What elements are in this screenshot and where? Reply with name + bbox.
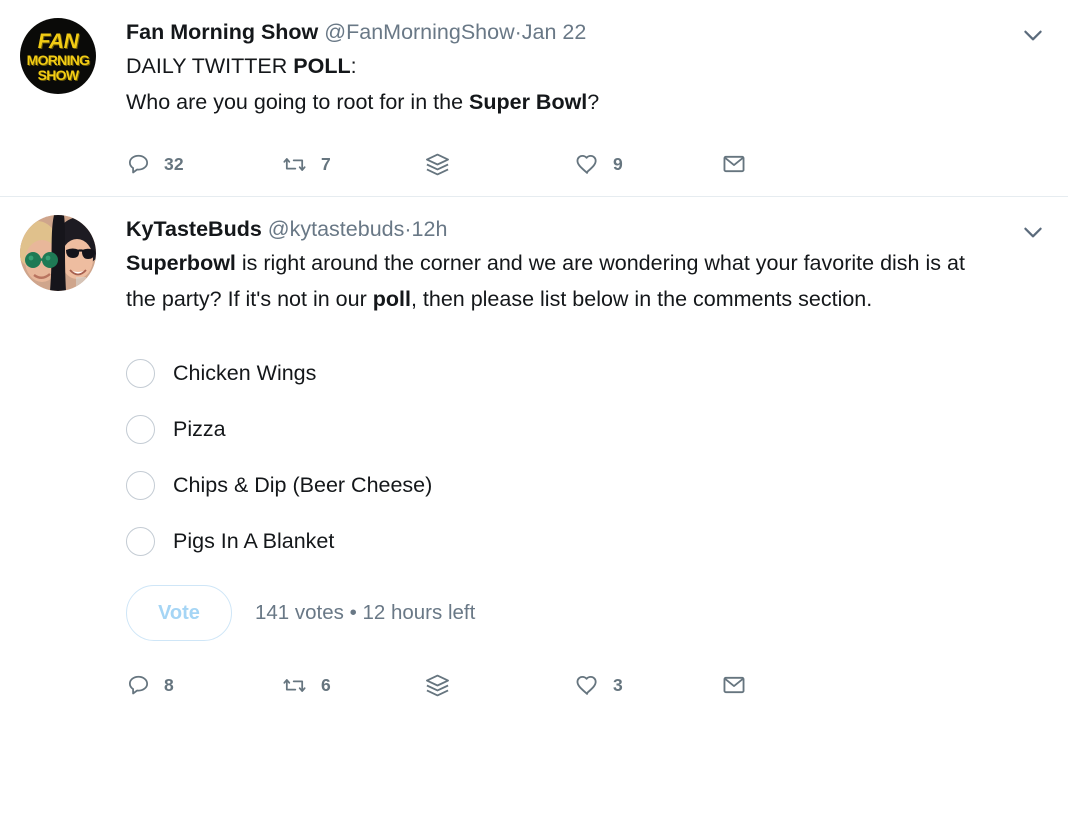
tweet-item[interactable]: FAN MORNING SHOW Fan Morning Show @FanMo…	[0, 0, 1068, 196]
reply-count: 32	[164, 153, 184, 174]
avatar-logo-line-3: SHOW	[37, 66, 79, 83]
text-segment-bold: Superbowl	[126, 251, 236, 275]
stack-icon	[426, 674, 449, 696]
tweet-actions: 8 6 3	[126, 653, 998, 717]
poll-option-label: Pigs In A Blanket	[173, 529, 335, 553]
tweet-text-line-1: DAILY TWITTER POLL:	[126, 48, 998, 84]
tweet-caret-button[interactable]	[1018, 217, 1048, 247]
poll-option[interactable]: Pigs In A Blanket	[126, 513, 998, 569]
avatar-logo-line-1: FAN	[37, 29, 79, 53]
retweet-count: 7	[321, 153, 331, 174]
poll-option-label: Pizza	[173, 417, 226, 441]
retweet-count: 6	[321, 674, 331, 695]
text-segment: DAILY TWITTER	[126, 54, 294, 78]
stack-icon	[426, 153, 449, 175]
tweet-body: KyTasteBuds @kytastebuds·12h Superbowl i…	[126, 215, 1048, 717]
tweet-feed: FAN MORNING SHOW Fan Morning Show @FanMo…	[0, 0, 1068, 725]
reply-icon	[128, 675, 149, 694]
radio-button-icon[interactable]	[126, 414, 155, 444]
poll-option[interactable]: Chips & Dip (Beer Cheese)	[126, 457, 998, 513]
retweet-icon	[283, 678, 306, 692]
text-segment-bold: poll	[372, 287, 411, 311]
avatar-photo	[20, 215, 96, 291]
like-count: 3	[613, 674, 623, 695]
poll-option-label: Chips & Dip (Beer Cheese)	[173, 473, 433, 497]
header-separator: ·	[514, 20, 522, 44]
reply-icon	[128, 154, 149, 173]
direct-message-button[interactable]	[721, 672, 781, 698]
reply-button[interactable]: 8	[126, 673, 281, 698]
envelope-icon	[723, 155, 745, 173]
display-name[interactable]: KyTasteBuds	[126, 217, 262, 241]
tweet-text: Superbowl is right around the corner and…	[126, 245, 998, 317]
poll-option[interactable]: Pizza	[126, 401, 998, 457]
poll-option-label: Chicken Wings	[173, 361, 317, 385]
tweet-text: DAILY TWITTER POLL: Who are you going to…	[126, 48, 998, 120]
poll-meta: 141 votes • 12 hours left	[255, 601, 476, 624]
text-segment: Who are you going to root for in the	[126, 90, 470, 114]
chevron-down-icon	[1024, 227, 1042, 238]
heart-icon	[576, 675, 597, 695]
display-name[interactable]: Fan Morning Show	[126, 20, 318, 44]
like-button[interactable]: 3	[574, 672, 721, 698]
direct-message-button[interactable]	[721, 151, 781, 177]
timestamp[interactable]: 12h	[412, 217, 448, 241]
reply-count: 8	[164, 674, 174, 695]
tweet-text-line-2: Who are you going to root for in the Sup…	[126, 84, 998, 120]
header-separator: ·	[404, 217, 412, 241]
retweet-button[interactable]: 6	[281, 673, 424, 698]
like-button[interactable]: 9	[574, 151, 721, 177]
heart-icon	[576, 154, 597, 174]
chevron-down-icon	[1024, 30, 1042, 41]
radio-button-icon[interactable]	[126, 358, 155, 388]
timestamp[interactable]: Jan 22	[522, 20, 587, 44]
feed-bottom-spacer	[0, 717, 1068, 725]
tweet-header: KyTasteBuds @kytastebuds·12h	[126, 215, 998, 243]
stack-button[interactable]	[424, 151, 574, 178]
poll-footer: Vote 141 votes • 12 hours left	[126, 585, 998, 641]
user-handle[interactable]: @FanMorningShow	[324, 20, 514, 44]
poll: Chicken Wings Pizza Chips & Dip (Beer Ch…	[126, 345, 998, 641]
avatar[interactable]: FAN MORNING SHOW	[20, 18, 96, 94]
radio-button-icon[interactable]	[126, 470, 155, 500]
text-segment: :	[350, 54, 357, 78]
text-segment: ?	[587, 90, 600, 114]
tweet-item[interactable]: KyTasteBuds @kytastebuds·12h Superbowl i…	[0, 196, 1068, 717]
user-handle[interactable]: @kytastebuds	[268, 217, 405, 241]
reply-button[interactable]: 32	[126, 152, 281, 177]
tweet-body: Fan Morning Show @FanMorningShow·Jan 22 …	[126, 18, 1048, 196]
envelope-icon	[723, 676, 745, 694]
text-segment-bold: Super Bowl	[469, 90, 588, 114]
tweet-header: Fan Morning Show @FanMorningShow·Jan 22	[126, 18, 998, 46]
like-count: 9	[613, 153, 623, 174]
tweet-actions: 32 7 9	[126, 132, 998, 196]
vote-button[interactable]: Vote	[126, 585, 232, 641]
poll-option[interactable]: Chicken Wings	[126, 345, 998, 401]
radio-button-icon[interactable]	[126, 526, 155, 556]
avatar[interactable]	[20, 215, 96, 291]
tweet-caret-button[interactable]	[1018, 20, 1048, 50]
avatar-logo-line-2: MORNING	[26, 51, 90, 68]
retweet-button[interactable]: 7	[281, 152, 424, 177]
text-segment-bold: POLL	[293, 54, 351, 78]
text-segment: , then please list below in the comments…	[410, 287, 873, 311]
stack-button[interactable]	[424, 672, 574, 699]
retweet-icon	[283, 157, 306, 171]
